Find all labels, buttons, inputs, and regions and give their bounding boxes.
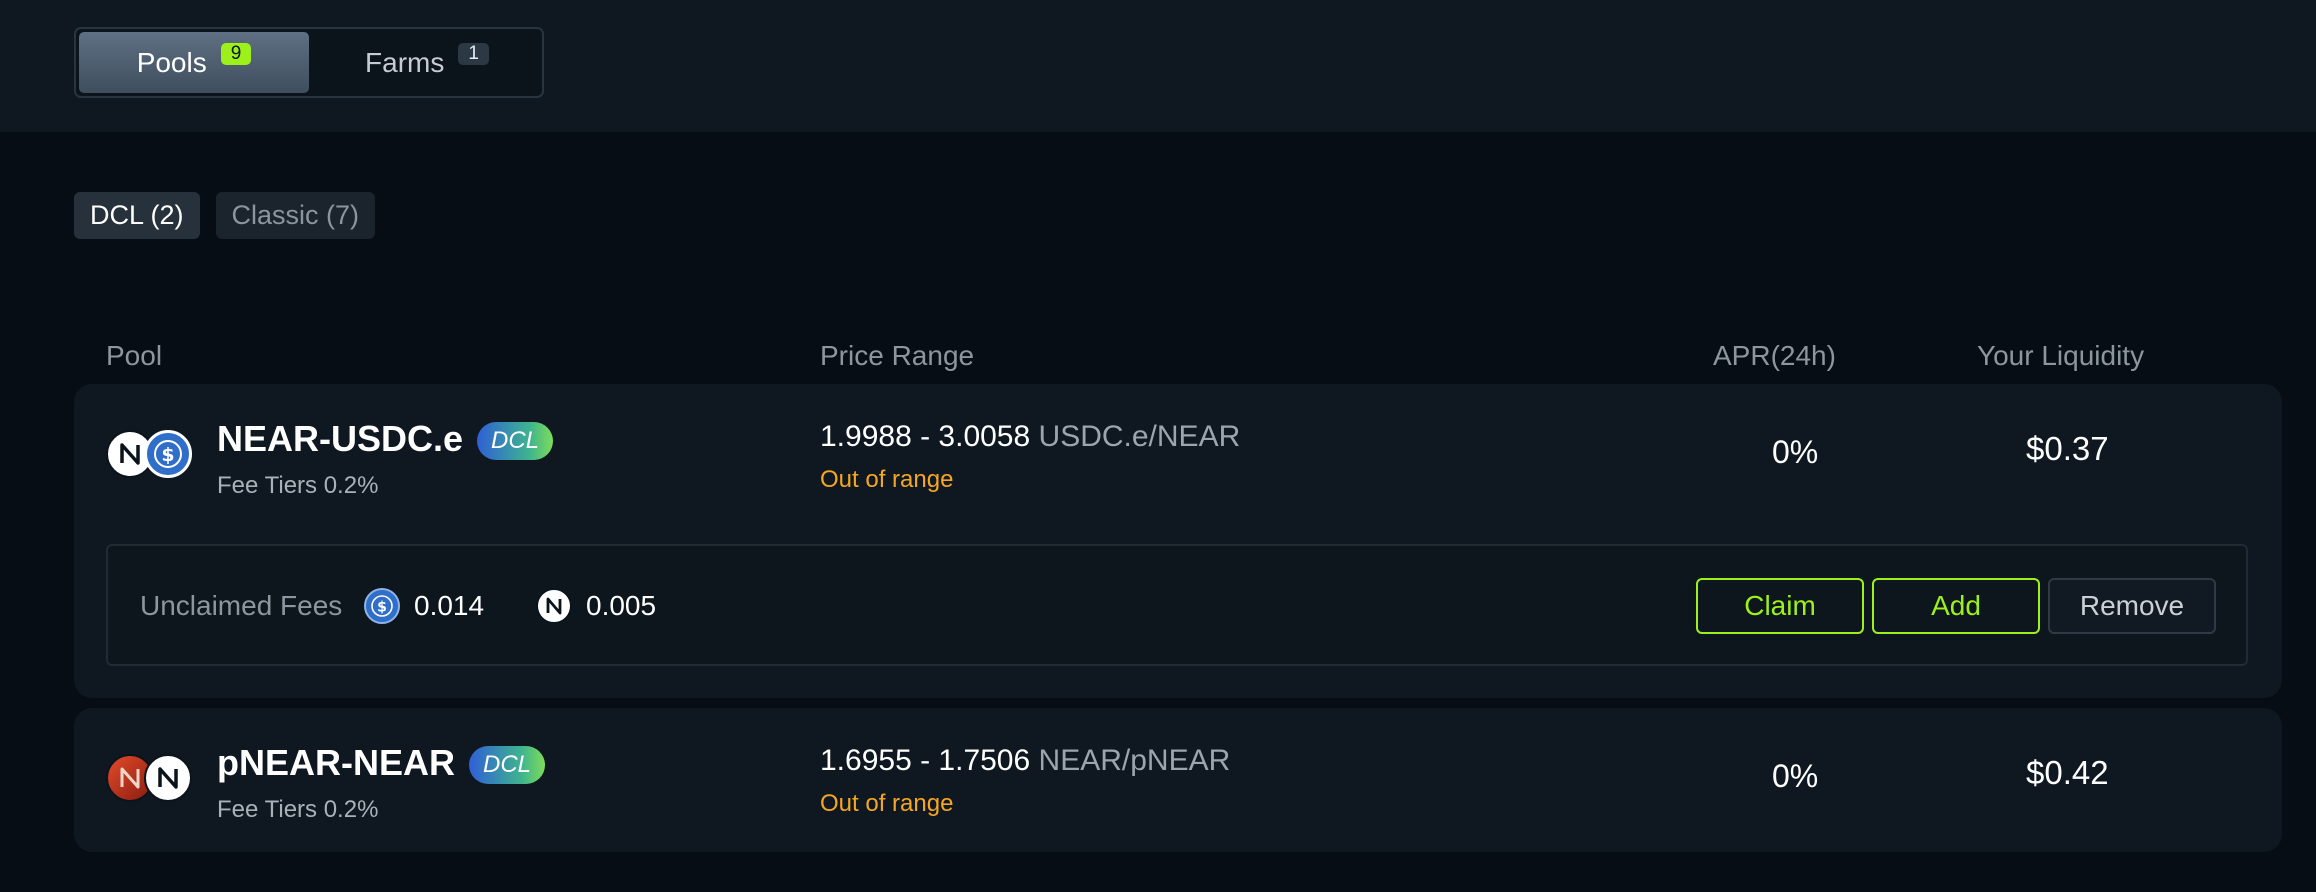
- liquidity-value: $0.37: [2026, 430, 2109, 467]
- claim-button[interactable]: Claim: [1696, 578, 1864, 634]
- tab-pools-label: Pools: [136, 46, 207, 78]
- near-icon: [144, 754, 192, 802]
- price-range-unit: USDC.e/NEAR: [1038, 420, 1241, 453]
- unclaimed-amount: 0.014: [414, 590, 485, 621]
- dcl-badge: DCL: [469, 746, 546, 785]
- pool-name-text: NEAR-USDC.e: [217, 418, 464, 459]
- range-status: Out of range: [820, 466, 954, 493]
- unclaimed-fees-label: Unclaimed Fees: [140, 590, 343, 621]
- dcl-badge: DCL: [477, 422, 554, 461]
- pool-type-filter: DCL (2) Classic (7): [74, 192, 376, 239]
- filter-dcl[interactable]: DCL (2): [74, 192, 200, 239]
- filter-classic[interactable]: Classic (7): [215, 192, 376, 239]
- pool-card[interactable]: $ NEAR-USDC.e DCL Fee Tiers 0.2% 1.9988 -…: [74, 384, 2282, 698]
- usdc-icon: $: [364, 588, 400, 624]
- pool-card[interactable]: pNEAR-NEAR DCL Fee Tiers 0.2% 1.6955 - 1.…: [74, 708, 2282, 852]
- unclaimed-amount: 0.005: [586, 590, 657, 621]
- svg-text:$: $: [161, 444, 174, 466]
- main-tab-switch: Pools 9 Farms 1: [74, 27, 544, 98]
- apr-value: 0%: [1772, 434, 1819, 470]
- column-header-liquidity: Your Liquidity: [1977, 340, 2145, 371]
- add-liquidity-button[interactable]: Add: [1872, 578, 2040, 634]
- liquidity-value: $0.42: [2026, 754, 2109, 791]
- fee-tier: Fee Tiers 0.2%: [217, 796, 379, 823]
- tab-farms-label: Farms: [365, 46, 445, 78]
- fee-tier: Fee Tiers 0.2%: [217, 472, 379, 499]
- price-range: 1.9988 - 3.0058 USDC.e/NEAR: [820, 420, 1240, 454]
- tab-farms[interactable]: Farms 1: [316, 32, 538, 93]
- column-header-price-range: Price Range: [820, 340, 975, 371]
- svg-text:$: $: [377, 600, 387, 616]
- unclaimed-fees-panel: Unclaimed Fees $ 0.014 0.005 Claim Add R…: [106, 544, 2248, 666]
- column-header-apr: APR(24h): [1713, 340, 1836, 371]
- remove-liquidity-button[interactable]: Remove: [2048, 578, 2216, 634]
- apr-value: 0%: [1772, 758, 1819, 794]
- price-range: 1.6955 - 1.7506 NEAR/pNEAR: [820, 744, 1230, 778]
- near-icon: [536, 588, 572, 624]
- column-header-pool: Pool: [106, 340, 163, 371]
- range-status: Out of range: [820, 790, 954, 817]
- tab-pools[interactable]: Pools 9: [79, 32, 309, 93]
- pool-name-text: pNEAR-NEAR: [217, 742, 455, 783]
- token-pair-icons: $: [106, 430, 198, 482]
- price-range-values: 1.9988 - 3.0058: [820, 420, 1031, 453]
- usdc-icon: $: [144, 430, 192, 478]
- farms-count-badge: 1: [458, 42, 489, 65]
- pools-count-badge: 9: [220, 42, 252, 65]
- pool-name: NEAR-USDC.e DCL: [217, 418, 554, 461]
- pool-name: pNEAR-NEAR DCL: [217, 742, 546, 785]
- top-bar: Pools 9 Farms 1: [0, 0, 2316, 132]
- price-range-values: 1.6955 - 1.7506: [820, 744, 1031, 777]
- token-pair-icons: [106, 754, 198, 806]
- price-range-unit: NEAR/pNEAR: [1038, 744, 1231, 777]
